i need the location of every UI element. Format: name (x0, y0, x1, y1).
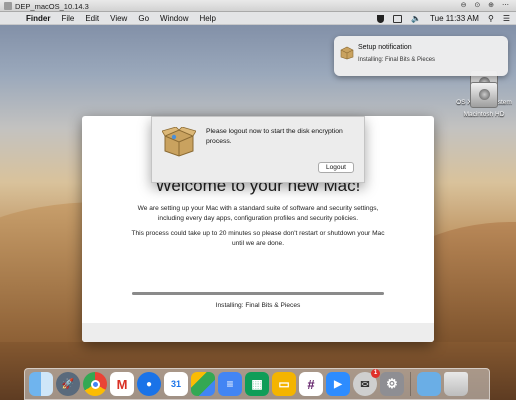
calendar-icon[interactable]: 31 (164, 372, 188, 396)
finder-icon[interactable] (29, 372, 53, 396)
search-icon[interactable]: ⚲ (488, 14, 494, 23)
downloads-folder-icon[interactable] (417, 372, 441, 396)
self-service-icon[interactable]: ✉ 1 (353, 369, 380, 396)
contacts-icon[interactable]: ● (137, 372, 161, 396)
notification-badge: 1 (371, 369, 380, 378)
menu-clock[interactable]: Tue 11:33 AM (430, 14, 479, 23)
package-icon (340, 46, 354, 60)
shield-icon[interactable] (377, 14, 385, 23)
slack-icon[interactable]: # (299, 372, 323, 396)
vm-window-title: DEP_macOS_10.14.3 (15, 2, 89, 11)
vm-window-controls[interactable]: ⊖ ⊙ ⊕ ⋯ (461, 1, 512, 9)
menu-bar: Finder File Edit View Go Window Help 🔈 T… (0, 12, 516, 25)
progress-bar-fill (132, 292, 384, 295)
logout-button[interactable]: Logout (318, 162, 354, 173)
progress-bar (132, 292, 384, 295)
dock: 🚀 M ● 31 ≡ ▦ ▭ # ▶ ✉ 1 ⚙ (24, 368, 490, 400)
trash-icon[interactable] (444, 372, 468, 396)
menu-window[interactable]: Window (160, 14, 188, 23)
vm-app-icon (4, 2, 12, 10)
menu-view[interactable]: View (110, 14, 127, 23)
calendar-day: 31 (170, 379, 181, 389)
menu-go[interactable]: Go (138, 14, 149, 23)
setup-warning: This process could take up to 20 minutes… (131, 230, 385, 247)
hard-drive-icon (470, 82, 498, 108)
gmail-icon[interactable]: M (110, 372, 134, 396)
zoom-icon[interactable]: ▶ (326, 372, 350, 396)
google-slides-icon[interactable]: ▭ (272, 372, 296, 396)
desktop-icon-macintosh-hd[interactable]: Macintosh HD (456, 82, 512, 118)
logout-alert: Please logout now to start the disk encr… (151, 116, 365, 183)
desktop-icon-label: Macintosh HD (463, 111, 505, 118)
package-icon (162, 127, 196, 157)
dock-items: 🚀 M ● 31 ≡ ▦ ▭ # ▶ ✉ 1 ⚙ (29, 369, 468, 396)
dock-separator (410, 372, 411, 396)
menu-file[interactable]: File (61, 14, 74, 23)
notification-center-icon[interactable]: ☰ (503, 14, 510, 23)
vm-titlebar: DEP_macOS_10.14.3 ⊖ ⊙ ⊕ ⋯ (0, 0, 516, 12)
setup-notification[interactable]: Setup notification Installing: Final Bit… (334, 36, 508, 76)
menu-bar-status: 🔈 Tue 11:33 AM ⚲ ☰ (377, 14, 510, 23)
desktop[interactable]: Finder File Edit View Go Window Help 🔈 T… (0, 12, 516, 400)
launchpad-icon[interactable]: 🚀 (56, 372, 80, 396)
google-docs-icon[interactable]: ≡ (218, 372, 242, 396)
menu-finder[interactable]: Finder (26, 14, 50, 23)
volume-icon[interactable]: 🔈 (411, 14, 421, 23)
notification-subtitle: Installing: Final Bits & Pieces (358, 57, 436, 63)
window-footer (82, 323, 434, 342)
progress-status: Installing: Final Bits & Pieces (215, 302, 301, 309)
system-preferences-icon[interactable]: ⚙ (380, 372, 404, 396)
menu-help[interactable]: Help (199, 14, 215, 23)
google-drive-icon[interactable] (191, 372, 215, 396)
menu-bar-menus: Finder File Edit View Go Window Help (26, 14, 216, 23)
menu-edit[interactable]: Edit (85, 14, 99, 23)
google-sheets-icon[interactable]: ▦ (245, 372, 269, 396)
setup-description: We are setting up your Mac with a standa… (137, 205, 379, 222)
chrome-icon[interactable] (83, 372, 107, 396)
alert-message: Please logout now to start the disk encr… (206, 128, 343, 145)
notification-title: Setup notification (358, 44, 412, 51)
screen-icon[interactable] (393, 14, 403, 23)
